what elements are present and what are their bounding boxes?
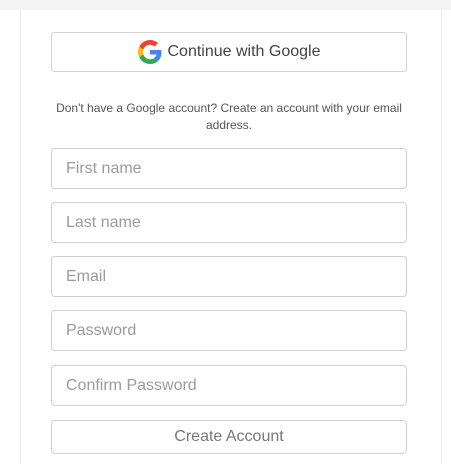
signup-card: Continue with Google Don't have a Google… <box>20 10 442 464</box>
last-name-input[interactable] <box>51 202 407 243</box>
create-account-helper-text: Don't have a Google account? Create an a… <box>56 101 402 132</box>
create-account-button[interactable]: Create Account <box>51 420 407 454</box>
confirm-password-input[interactable] <box>51 365 407 406</box>
top-bar <box>0 0 451 10</box>
first-name-input[interactable] <box>51 148 407 189</box>
page: Continue with Google Don't have a Google… <box>0 0 451 464</box>
password-input[interactable] <box>51 310 407 351</box>
email-input[interactable] <box>51 256 407 297</box>
continue-with-google-label: Continue with Google <box>167 43 321 60</box>
continue-with-google-button[interactable]: Continue with Google <box>51 32 407 72</box>
google-logo-icon <box>137 40 162 64</box>
